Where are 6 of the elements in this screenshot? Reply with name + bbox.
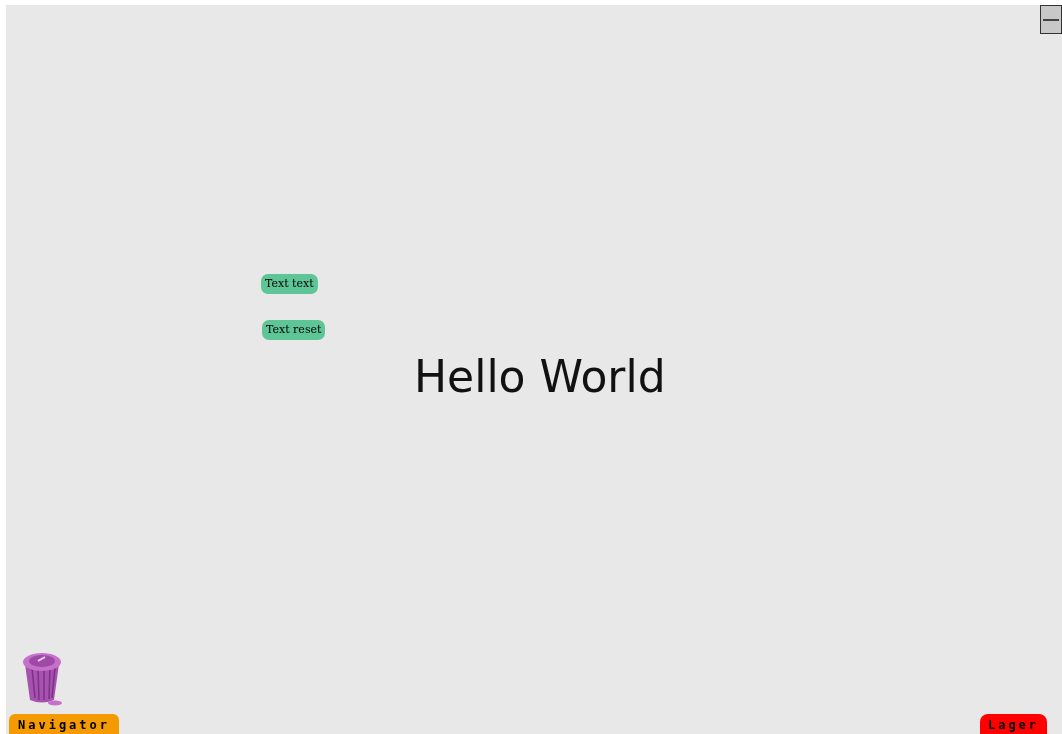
layer-tab[interactable]: Lager <box>980 714 1047 734</box>
reset-button[interactable]: Text reset <box>262 320 326 340</box>
thumbnail-icon[interactable] <box>1040 5 1062 34</box>
text-button[interactable]: Text text <box>261 274 318 294</box>
navigator-tab[interactable]: Navigator <box>9 714 119 734</box>
heading: Hello World <box>414 355 666 399</box>
